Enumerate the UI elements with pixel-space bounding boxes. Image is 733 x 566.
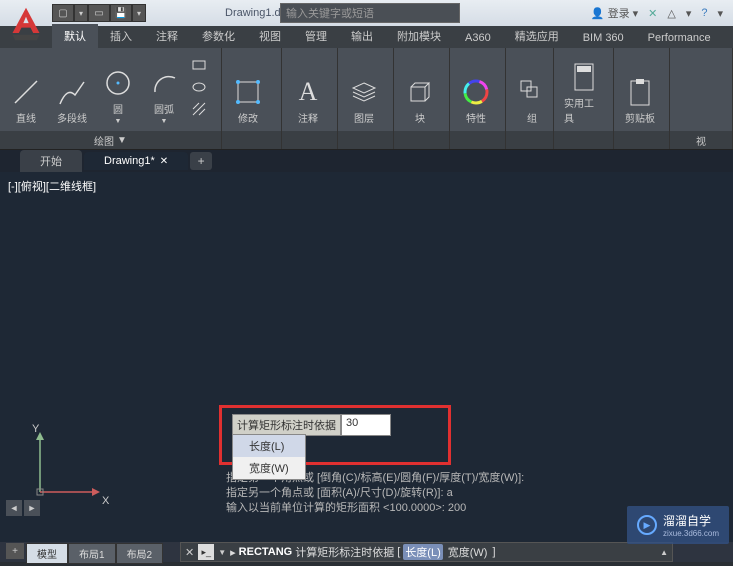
ribbon-tabs: 默认 插入 注释 参数化 视图 管理 输出 附加模块 A360 精选应用 BIM… xyxy=(0,26,733,48)
login-button[interactable]: 👤 登录 ▾ xyxy=(591,5,638,21)
layer-icon xyxy=(348,76,380,108)
chevron-down-icon[interactable]: ▾ xyxy=(717,7,723,20)
tab-output[interactable]: 输出 xyxy=(339,24,385,48)
layout-add-button[interactable]: + xyxy=(6,543,24,559)
ellipse-icon[interactable] xyxy=(190,78,208,96)
watermark: ▶ 溜溜自学 zixue.3d66.com xyxy=(627,506,729,544)
polyline-icon xyxy=(56,76,88,108)
modify-icon xyxy=(232,76,264,108)
viewport-label[interactable]: [-][俯视][二维线框] xyxy=(8,178,96,194)
chevron-down-icon[interactable]: ▼ xyxy=(218,548,226,557)
annotate-tool[interactable]: A注释 xyxy=(286,52,330,127)
tab-a360[interactable]: A360 xyxy=(453,28,503,48)
command-name: RECTANG xyxy=(239,546,293,558)
circle-tool[interactable]: 圆▼ xyxy=(96,52,140,127)
play-icon: ▶ xyxy=(637,515,657,535)
a360-icon[interactable]: △ xyxy=(667,7,675,20)
layout-tab-layout2[interactable]: 布局2 xyxy=(116,543,164,564)
new-icon[interactable]: ▢ xyxy=(52,4,74,22)
block-icon xyxy=(404,76,436,108)
tab-annotate[interactable]: 注释 xyxy=(144,24,190,48)
tab-bim360[interactable]: BIM 360 xyxy=(571,28,636,48)
group-icon xyxy=(516,76,548,108)
chevron-down-icon[interactable]: ▾ xyxy=(686,7,692,20)
file-tabs: 开始 Drawing1*✕ + xyxy=(0,150,733,172)
hatch-icon[interactable] xyxy=(190,100,208,118)
panel-view-label[interactable]: 视 xyxy=(670,131,732,149)
exchange-icon[interactable]: ✕ xyxy=(648,7,657,20)
app-logo-icon[interactable] xyxy=(6,4,46,44)
properties-tool[interactable]: 特性 xyxy=(454,52,498,127)
tab-performance[interactable]: Performance xyxy=(636,28,723,48)
arc-tool[interactable]: 圆弧▼ xyxy=(142,52,186,127)
ucs-icon: Y X xyxy=(20,422,110,512)
tab-insert[interactable]: 插入 xyxy=(98,24,144,48)
ribbon: 直线 多段线 圆▼ 圆弧▼ 绘图 ▼ 修改 A xyxy=(0,48,733,150)
rect-icon[interactable] xyxy=(190,56,208,74)
arc-icon xyxy=(148,67,180,99)
dynamic-input-label: 计算矩形标注时依据 xyxy=(232,414,341,436)
menu-item-length[interactable]: 长度(L) xyxy=(233,435,305,457)
cmd-opt-width[interactable]: 宽度(W) xyxy=(446,544,490,560)
search-input[interactable]: 输入关键字或短语 xyxy=(280,3,460,23)
group-tool[interactable]: 组 xyxy=(510,52,554,127)
command-prompt-icon[interactable]: ▸_ xyxy=(198,544,214,560)
layout-tabs: + 模型 布局1 布局2 xyxy=(6,543,163,564)
ucs-x-label: X xyxy=(102,495,110,507)
command-prompt: 计算矩形标注时依据 xyxy=(295,544,394,560)
polyline-tool[interactable]: 多段线 xyxy=(50,52,94,127)
text-icon: A xyxy=(292,76,324,108)
chevron-up-icon[interactable]: ▲ xyxy=(660,548,668,557)
dynamic-input-field[interactable]: 30 xyxy=(341,414,391,436)
ucs-y-label: Y xyxy=(32,423,40,435)
drawing-area[interactable]: [-][俯视][二维线框] Y X 指定第一个角点或 [倒角(C)/标高(E)/… xyxy=(0,172,733,542)
scroll-left-icon[interactable]: ◄ xyxy=(6,500,22,516)
color-wheel-icon xyxy=(460,76,492,108)
tab-manage[interactable]: 管理 xyxy=(293,24,339,48)
user-icon: 👤 xyxy=(591,7,605,20)
clipboard-icon xyxy=(624,76,656,108)
cmd-opt-length[interactable]: 长度(L) xyxy=(403,544,442,560)
panel-draw-label[interactable]: 绘图 ▼ xyxy=(0,131,221,149)
chevron-icon: ▸ xyxy=(230,546,236,559)
titlebar: ▢ ▾ ▭ 💾 ▾ Drawing1.dwg 输入关键字或短语 👤 登录 ▾ ✕… xyxy=(0,0,733,26)
block-tool[interactable]: 块 xyxy=(398,52,442,127)
close-icon[interactable]: ✕ xyxy=(160,156,168,167)
save-icon[interactable]: 💾 xyxy=(110,4,132,22)
menu-item-width[interactable]: 宽度(W) xyxy=(233,457,305,479)
open-icon[interactable]: ▭ xyxy=(88,4,110,22)
tab-featured[interactable]: 精选应用 xyxy=(503,24,571,48)
modify-tool[interactable]: 修改 xyxy=(226,52,270,127)
filetab-drawing1[interactable]: Drawing1*✕ xyxy=(84,152,188,170)
circle-icon xyxy=(102,67,134,99)
chevron-down-icon: ▾ xyxy=(633,7,639,20)
qat-more-icon[interactable]: ▾ xyxy=(132,4,146,22)
dynamic-input: 计算矩形标注时依据 30 xyxy=(232,414,391,436)
layout-tab-layout1[interactable]: 布局1 xyxy=(68,543,116,564)
filetab-start[interactable]: 开始 xyxy=(20,150,82,172)
new-dd-icon[interactable]: ▾ xyxy=(74,4,88,22)
tab-view[interactable]: 视图 xyxy=(247,24,293,48)
scroll-right-icon[interactable]: ► xyxy=(24,500,40,516)
dynamic-input-menu: 长度(L) 宽度(W) xyxy=(232,434,306,480)
help-icon[interactable]: ? xyxy=(701,7,707,19)
command-line[interactable]: ✕ ▸_ ▼ ▸ RECTANG 计算矩形标注时依据 [长度(L) 宽度(W)]… xyxy=(180,542,673,562)
new-tab-button[interactable]: + xyxy=(190,152,212,170)
layout-tab-model[interactable]: 模型 xyxy=(26,543,68,564)
close-icon[interactable]: ✕ xyxy=(185,546,194,559)
clipboard-tool[interactable]: 剪贴板 xyxy=(618,52,662,127)
utilities-tool[interactable]: 实用工具 xyxy=(558,52,609,127)
calculator-icon xyxy=(568,61,600,93)
line-icon xyxy=(10,76,42,108)
layer-tool[interactable]: 图层 xyxy=(342,52,386,127)
tab-parametric[interactable]: 参数化 xyxy=(190,24,247,48)
chevron-down-icon: ▼ xyxy=(117,135,127,146)
tab-addins[interactable]: 附加模块 xyxy=(385,24,453,48)
line-tool[interactable]: 直线 xyxy=(4,52,48,127)
tab-default[interactable]: 默认 xyxy=(52,24,98,48)
